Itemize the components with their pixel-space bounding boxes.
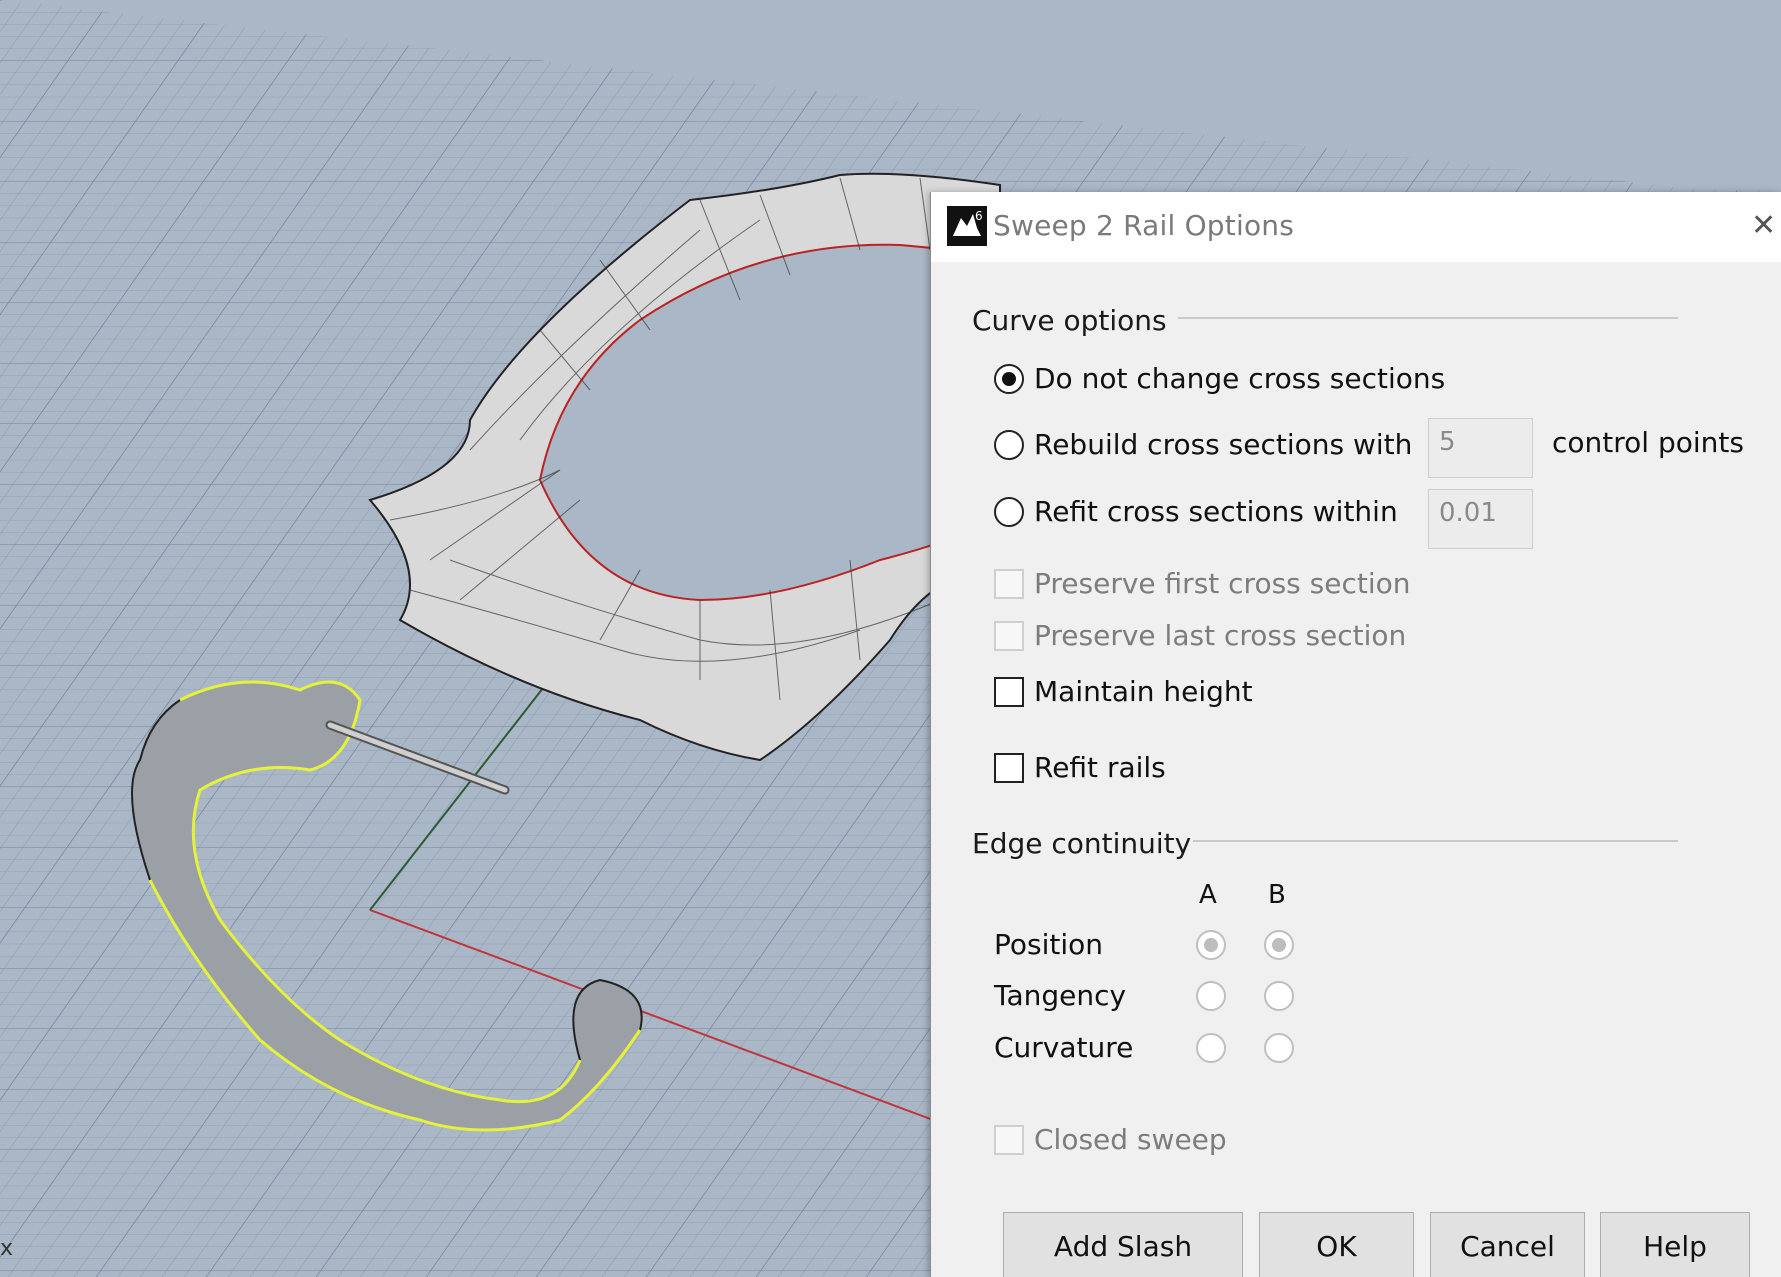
radio-refit[interactable]	[994, 496, 1024, 527]
dialog-title: Sweep 2 Rail Options	[993, 209, 1295, 242]
rebuild-label: Rebuild cross sections with	[1034, 428, 1413, 461]
column-a-header: A	[1199, 880, 1217, 910]
checkbox-closed-sweep[interactable]	[994, 1124, 1024, 1155]
curvature-a-radio[interactable]	[1196, 1033, 1226, 1063]
position-a-radio[interactable]	[1196, 930, 1226, 960]
do-not-change-label: Do not change cross sections	[1034, 362, 1446, 395]
close-button[interactable]: ✕	[1751, 206, 1781, 246]
tangency-label: Tangency	[994, 979, 1127, 1012]
axis-label: x	[0, 1236, 14, 1261]
maintain-height-label: Maintain height	[1034, 675, 1253, 708]
option-refit[interactable]: Refit cross sections within	[994, 495, 1398, 528]
refit-rails-label: Refit rails	[1034, 751, 1166, 784]
help-button[interactable]: Help	[1600, 1212, 1750, 1277]
refit-label: Refit cross sections within	[1034, 495, 1398, 528]
radio-rebuild[interactable]	[994, 429, 1024, 460]
checkbox-maintain-height[interactable]	[994, 676, 1024, 707]
curve-options-heading: Curve options	[972, 304, 1167, 337]
tangency-a-radio[interactable]	[1196, 981, 1226, 1011]
edge-continuity-divider	[1193, 840, 1678, 842]
checkbox-preserve-last[interactable]	[994, 620, 1024, 651]
tangency-b-radio[interactable]	[1264, 981, 1294, 1011]
preserve-first-label: Preserve first cross section	[1034, 567, 1411, 600]
checkbox-refit-rails[interactable]	[994, 752, 1024, 783]
position-b-radio[interactable]	[1264, 930, 1294, 960]
option-preserve-first[interactable]: Preserve first cross section	[994, 567, 1411, 600]
option-preserve-last[interactable]: Preserve last cross section	[994, 619, 1406, 652]
closed-sweep-label: Closed sweep	[1034, 1123, 1227, 1156]
radio-do-not-change[interactable]	[994, 363, 1024, 394]
column-b-header: B	[1268, 880, 1286, 910]
option-refit-rails[interactable]: Refit rails	[994, 751, 1166, 784]
svg-text:6: 6	[975, 209, 983, 223]
option-maintain-height[interactable]: Maintain height	[994, 675, 1253, 708]
checkbox-preserve-first[interactable]	[994, 568, 1024, 599]
curve-options-divider	[1178, 317, 1678, 319]
curvature-label: Curvature	[994, 1031, 1134, 1064]
option-rebuild[interactable]: Rebuild cross sections with	[994, 428, 1412, 461]
rebuild-control-points-input[interactable]: 5	[1428, 418, 1533, 478]
edge-continuity-heading: Edge continuity	[972, 827, 1192, 860]
position-label: Position	[994, 928, 1104, 961]
sweep-2-rail-dialog: 6 Sweep 2 Rail Options ✕ Curve options D…	[930, 192, 1781, 1277]
control-points-label: control points	[1552, 426, 1744, 459]
option-do-not-change[interactable]: Do not change cross sections	[994, 362, 1445, 395]
rhino-app-icon: 6	[947, 206, 987, 246]
cancel-button[interactable]: Cancel	[1430, 1212, 1585, 1277]
curvature-b-radio[interactable]	[1264, 1033, 1294, 1063]
option-closed-sweep[interactable]: Closed sweep	[994, 1123, 1227, 1156]
refit-tolerance-input[interactable]: 0.01	[1428, 489, 1533, 549]
ok-button[interactable]: OK	[1259, 1212, 1414, 1277]
title-bar[interactable]: 6 Sweep 2 Rail Options ✕	[931, 192, 1781, 262]
add-slash-button[interactable]: Add Slash	[1003, 1212, 1243, 1277]
preserve-last-label: Preserve last cross section	[1034, 619, 1407, 652]
